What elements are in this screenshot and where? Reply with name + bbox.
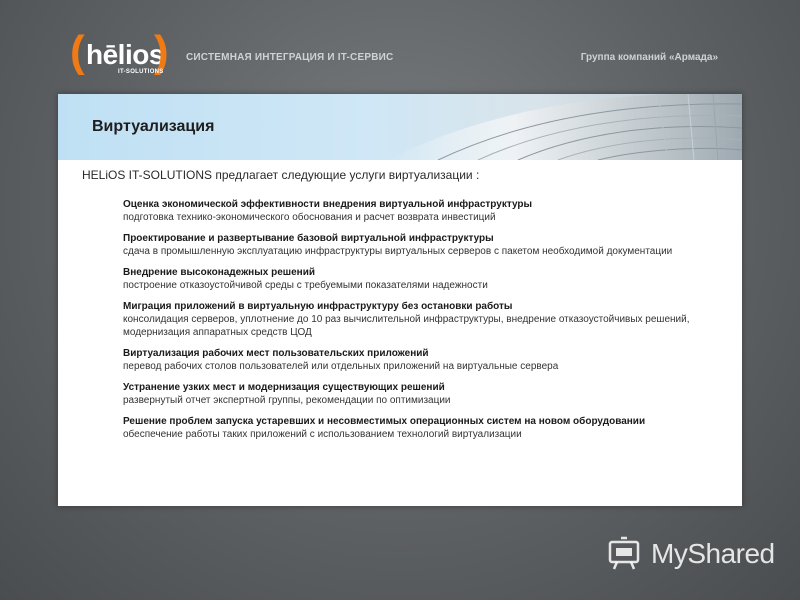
service-description: сдача в промышленную эксплуатацию инфрас… [123,246,673,257]
list-item: Проектирование и развертывание базовой в… [123,232,723,258]
intro-text: HELiOS IT-SOLUTIONS предлагает следующие… [82,168,480,182]
list-item: Решение проблем запуска устаревших и нес… [123,415,723,441]
service-description: консолидация серверов, уплотнение до 10 … [123,314,690,338]
company-tagline: СИСТЕМНАЯ ИНТЕГРАЦИЯ И IT-СЕРВИС [186,52,394,63]
myshared-icon [608,536,640,570]
service-title: Решение проблем запуска устаревших и нес… [123,416,646,427]
service-description: перевод рабочих столов пользователей или… [123,361,559,372]
logo-left-bracket: ( [70,27,85,76]
service-title: Оценка экономической эффективности внедр… [123,199,533,210]
service-description: развернутый отчет экспертной группы, рек… [123,395,451,406]
title-banner: Виртуализация [58,94,742,160]
service-title: Виртуализация рабочих мест пользовательс… [123,348,429,359]
list-item: Виртуализация рабочих мест пользовательс… [123,347,723,373]
list-item: Миграция приложений в виртуальную инфрас… [123,300,723,339]
service-title: Внедрение высоконадежных решений [123,267,315,278]
services-list: Оценка экономической эффективности внедр… [123,198,723,449]
logo-right-bracket: ) [154,27,169,76]
service-description: подготовка технико-экономического обосно… [123,212,496,223]
logo-subtitle: IT-SOLUTIONS [118,69,164,75]
myshared-watermark: MyShared [607,534,787,574]
slide-card: Виртуализация HELiOS IT-SOLUTIONS предла… [58,94,742,506]
service-title: Устранение узких мест и модернизация сущ… [123,382,445,393]
service-title: Миграция приложений в виртуальную инфрас… [123,301,513,312]
watermark-text: MyShared [651,538,775,569]
list-item: Оценка экономической эффективности внедр… [123,198,723,224]
company-group: Группа компаний «Армада» [580,52,718,63]
service-title: Проектирование и развертывание базовой в… [123,233,494,244]
service-description: обеспечение работы таких приложений с ис… [123,429,522,440]
list-item: Устранение узких мест и модернизация сущ… [123,381,723,407]
logo-word: hēlios [86,39,164,70]
helios-logo: ( hēlios ) IT-SOLUTIONS [70,30,170,80]
slide-title: Виртуализация [92,118,215,135]
list-item: Внедрение высоконадежных решений построе… [123,266,723,292]
service-description: построение отказоустойчивой среды с треб… [123,280,488,291]
